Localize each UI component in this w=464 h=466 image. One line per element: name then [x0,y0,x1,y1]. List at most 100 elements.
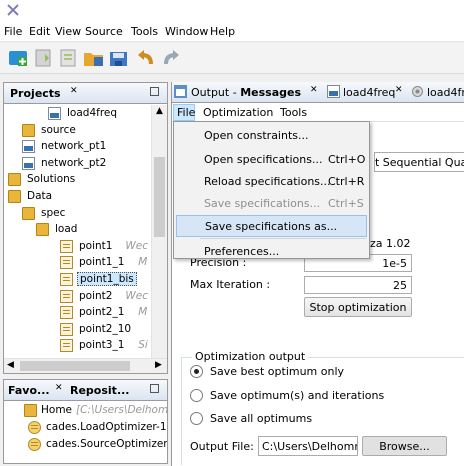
menu-help[interactable]: Help [210,25,235,38]
scroll-up-icon[interactable]: ▲ [156,106,163,116]
tree-item-label: point2_1 [79,306,125,319]
tree-item[interactable]: point1 Wec [4,239,151,254]
optimizer-menu-tools[interactable]: Tools [280,106,307,119]
output-file-input[interactable]: C:\Users\Delhommais\Dropbox [258,436,358,456]
file-menu-item[interactable]: Open constraints... [176,125,367,147]
menu-item-label: Open constraints... [204,129,309,142]
output-file-value: C:\Users\Delhommais\Dropbox [262,440,357,453]
open-project-button[interactable] [83,48,105,68]
minimize-icon[interactable] [150,384,159,393]
scroll-right-icon[interactable]: ▶ [155,360,162,370]
file-icon [22,140,35,154]
tree-item-label: point3_1 [79,339,125,352]
browse-button[interactable]: Browse... [362,436,447,456]
menu-item-shortcut: Ctrl+S [328,197,364,210]
file-icon [327,85,340,98]
menu-edit[interactable]: Edit [29,25,50,38]
file-menu-item[interactable]: Preferences... [176,241,367,263]
radio-all-optimums[interactable] [190,412,203,425]
tree-item[interactable]: Data [4,189,151,204]
radio-best-optimum[interactable] [190,365,203,378]
save-all-icon [110,52,127,66]
tree-item[interactable]: load4freq [4,106,151,121]
open-file-button[interactable] [58,48,80,68]
favorite-item[interactable]: cades.SourceOptimizer-1 [4,437,167,452]
tree-item-description: M [138,306,148,319]
radio-all-label[interactable]: Save all optimums [210,412,312,425]
file-menu-item[interactable]: Save specifications as... [176,215,367,237]
menu-source[interactable]: Source [85,25,123,38]
tree-item[interactable]: point1_1 M [4,255,151,270]
menu-item-shortcut: Ctrl+R [328,175,365,188]
horizontal-scrollbar-thumb[interactable] [20,361,130,371]
max-iteration-input[interactable]: 25 [304,276,412,294]
radio-iterations-label[interactable]: Save optimum(s) and iterations [210,389,384,402]
favorite-item-label: cades.LoadOptimizer-1.0 [46,421,167,433]
tree-item[interactable]: source [4,123,151,138]
tree-item[interactable]: load [4,222,151,237]
tree-item-label: load [55,223,78,236]
repository-tab[interactable]: Reposit... [70,384,129,397]
tree-item[interactable]: point3_1 Si [4,338,151,353]
menu-window[interactable]: Window [165,25,208,38]
favorites-tab-bar: Favo... ✕ Reposit... [4,380,167,401]
stop-optimization-button[interactable]: Stop optimization [304,297,412,317]
output-window-icon [174,85,187,98]
radio-selected-dot [194,369,199,374]
new-file-button[interactable] [33,48,55,68]
redo-button[interactable] [160,48,182,68]
tree-item[interactable]: point2_10 [4,322,151,337]
tree-item[interactable]: Solutions [4,172,151,187]
new-project-button[interactable] [8,48,30,68]
menu-file[interactable]: File [4,25,22,38]
tree-item[interactable]: point2 Wec [4,289,151,304]
projects-tab[interactable]: Projects [10,87,61,100]
tree-item-label: network_pt1 [41,140,107,153]
tree-item[interactable]: spec [4,206,151,221]
tree-item[interactable]: network_pt1 [4,139,151,154]
tree-item-label: Data [27,190,53,202]
redo-icon [164,50,179,65]
favorite-item[interactable]: cades.LoadOptimizer-1.0 [4,420,167,435]
radio-iterations[interactable] [190,389,203,402]
tab-output-label: Output - [191,86,241,99]
project-tree[interactable]: load4freq source network_pt1 network_pt2 Sol… [4,105,151,358]
tree-horizontal-scrollbar[interactable]: ◀ ▶ [4,358,167,373]
close-icon[interactable]: ✕ [55,383,63,393]
menu-item-label: Save specifications... [204,197,321,210]
close-icon[interactable]: ✕ [395,85,403,95]
optimizer-menu-optimization[interactable]: Optimization [203,106,273,119]
gear-file-icon [412,86,423,97]
tab-load4freq-label: load4freq [343,86,396,99]
folder-icon [22,206,35,220]
close-icon[interactable]: ✕ [70,86,78,96]
minimize-icon[interactable] [150,87,159,96]
main-toolbar [0,43,464,74]
tree-item-label: point1_1 [79,256,125,269]
tree-item-label: point1_bis [77,272,137,286]
radio-best-label[interactable]: Save best optimum only [210,365,344,378]
tree-item[interactable]: point2_1 M [4,305,151,320]
menu-tools[interactable]: Tools [131,25,158,38]
tree-item[interactable]: point1_bisA [4,272,151,287]
tree-item-description: Wec [125,289,149,302]
algorithm-select[interactable]: t Sequential Quadrat [374,152,464,172]
favorites-tab[interactable]: Favo... [8,384,50,397]
favorite-item[interactable]: Home [C:\Users\Delhomn [4,403,167,418]
undo-button[interactable] [135,48,157,68]
tree-vertical-scrollbar[interactable]: ▲ [151,105,167,358]
file-menu-item[interactable]: Save specifications... Ctrl+S [176,193,367,215]
close-icon[interactable]: ✕ [310,85,318,95]
optimizer-menu-file[interactable]: File [173,104,195,121]
scrollbar-thumb[interactable] [154,157,165,237]
tree-item[interactable]: network_pt2 [4,156,151,171]
file-menu-item[interactable]: Reload specifications... Ctrl+R [176,171,367,193]
file-menu-item[interactable]: Open specifications... Ctrl+O [176,149,367,171]
menu-separator [200,238,366,239]
menu-view[interactable]: View [55,25,81,38]
menu-item-label: Preferences... [204,245,280,258]
scroll-left-icon[interactable]: ◀ [7,360,14,370]
tree-item-label: point2_10 [79,322,132,335]
favorites-tree[interactable]: Home [C:\Users\Delhomn cades.LoadOptimizer… [4,403,167,463]
save-all-button[interactable] [108,48,130,68]
